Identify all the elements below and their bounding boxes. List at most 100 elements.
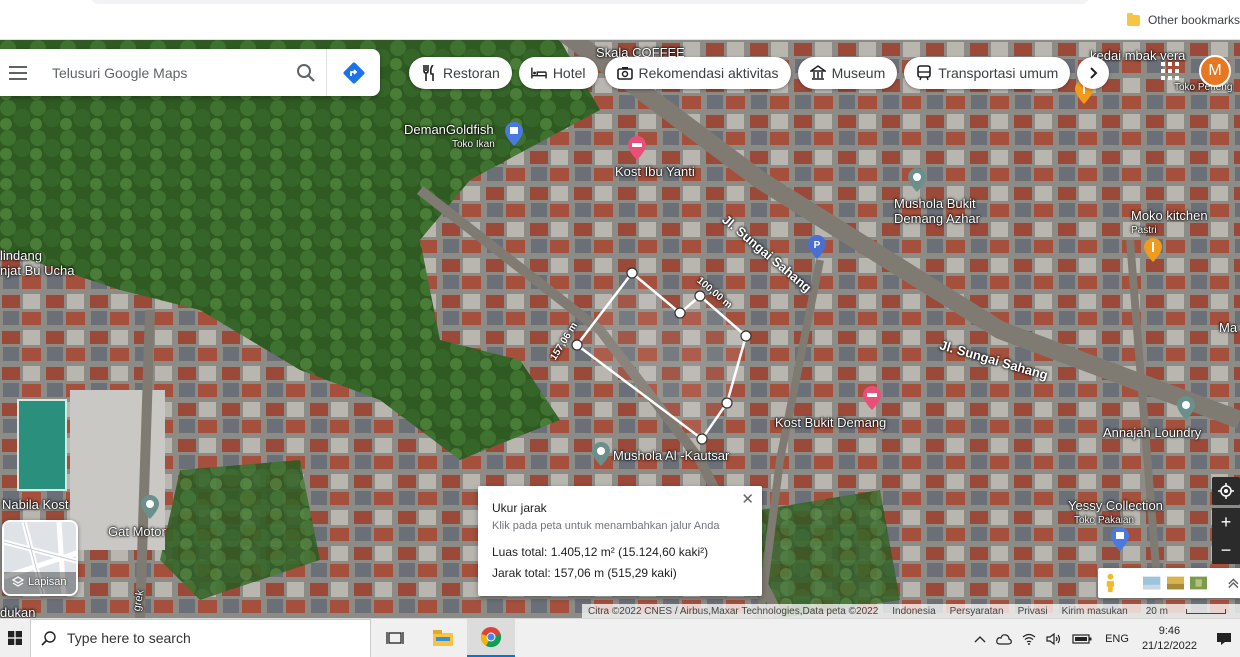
place-pin-icon[interactable] <box>141 495 159 519</box>
restaurant-pin-icon[interactable] <box>1144 238 1162 262</box>
privacy-link[interactable]: Privasi <box>1018 606 1048 617</box>
measure-total-distance: Jarak total: 157,06 m (515,29 kaki) <box>492 566 677 580</box>
place-label[interactable]: Mushola Al -Kautsar <box>613 448 729 463</box>
directions-button[interactable] <box>326 49 380 96</box>
screen: Other bookmarks P Skala COFFEE kedai mba… <box>0 0 1240 657</box>
place-label[interactable]: Kost Bukit Demang <box>775 415 886 430</box>
chip-transportasi-umum[interactable]: Transportasi umum <box>904 57 1071 89</box>
address-bar[interactable] <box>90 0 1090 4</box>
shop-pin-icon[interactable] <box>505 122 523 146</box>
place-pin-icon[interactable] <box>1177 396 1195 420</box>
wifi-icon[interactable] <box>1022 633 1036 645</box>
place-label[interactable]: lindang njat Bu Ucha <box>0 248 74 278</box>
search-input[interactable] <box>52 64 286 81</box>
imagery-thumbnail-icon[interactable] <box>1166 576 1184 590</box>
measure-hint: Klik pada peta untuk menambahkan jalur A… <box>492 520 720 532</box>
place-label[interactable]: DemanGoldfish Toko Ikan <box>404 122 495 152</box>
language-indicator[interactable]: ENG <box>1105 633 1129 645</box>
chip-label: Rekomendasi aktivitas <box>638 65 779 81</box>
place-label[interactable]: Moko kitchen Pastri <box>1131 208 1208 238</box>
layers-label: Lapisan <box>12 576 67 588</box>
measure-distance-panel: ✕ Ukur jarak Klik pada peta untuk menamb… <box>478 486 762 596</box>
start-button[interactable] <box>0 619 30 657</box>
pegman-icon[interactable] <box>1104 572 1117 594</box>
clock-date: 21/12/2022 <box>1141 639 1197 652</box>
zoom-out-button[interactable]: − <box>1212 536 1240 564</box>
chip-hotel[interactable]: Hotel <box>518 57 598 89</box>
place-category: Toko Ikan <box>452 139 495 150</box>
clock-time: 9:46 <box>1158 624 1181 637</box>
cloud-icon[interactable] <box>996 633 1012 645</box>
place-name: Moko kitchen <box>1131 208 1208 223</box>
mosque-pin-icon[interactable] <box>592 442 610 466</box>
chip-rekomendasi-aktivitas[interactable]: Rekomendasi aktivitas <box>604 57 791 89</box>
notification-icon[interactable] <box>1216 632 1232 646</box>
chip-label: Transportasi umum <box>938 65 1059 81</box>
search-button[interactable] <box>286 49 326 96</box>
place-label[interactable]: Nabila Kost <box>2 497 68 512</box>
layers-icon <box>12 576 24 587</box>
chrome-taskbar-button[interactable] <box>467 618 515 657</box>
place-label[interactable]: Ma <box>1219 320 1237 335</box>
taskbar-search-box[interactable]: Type here to search <box>30 618 371 657</box>
shop-pin-icon[interactable] <box>1111 527 1129 551</box>
layers-button[interactable]: Lapisan <box>2 520 78 596</box>
country-link[interactable]: Indonesia <box>892 606 935 617</box>
clock[interactable]: 9:46 21/12/2022 <box>1142 624 1197 654</box>
chip-museum[interactable]: Museum <box>797 57 898 89</box>
place-name-line2: njat Bu Ucha <box>0 263 75 278</box>
scale-label[interactable]: 20 m <box>1146 606 1168 617</box>
minus-icon: − <box>1220 539 1232 560</box>
chip-label: Museum <box>831 65 886 81</box>
parking-pin-icon[interactable]: P <box>808 235 826 259</box>
svg-text:P: P <box>814 240 821 251</box>
place-label[interactable]: Annajah Loundry <box>1103 425 1201 440</box>
chip-label: Hotel <box>552 65 586 81</box>
place-label[interactable]: dukan <box>0 605 35 618</box>
imagery-thumbnail-icon[interactable] <box>1189 576 1208 590</box>
lodging-pin-icon[interactable] <box>628 136 646 160</box>
category-chips: Restoran Hotel Rekomendasi aktivitas Mus… <box>409 57 1110 89</box>
chip-restoran[interactable]: Restoran <box>409 57 512 89</box>
close-icon[interactable]: ✕ <box>741 490 754 508</box>
place-name-line2: Demang Azhar <box>894 211 980 226</box>
taskbar-search-placeholder: Type here to search <box>67 630 191 646</box>
apps-grid-icon[interactable] <box>1161 62 1179 80</box>
feedback-link[interactable]: Kirim masukan <box>1062 606 1128 617</box>
volume-icon[interactable] <box>1046 632 1062 645</box>
chrome-icon <box>480 626 502 647</box>
terms-link[interactable]: Persyaratan <box>950 606 1004 617</box>
battery-icon[interactable] <box>1072 633 1092 644</box>
place-label[interactable]: Yessy Collection Toko Pakaian <box>1068 498 1163 528</box>
lodging-pin-icon[interactable] <box>863 386 881 410</box>
chips-next-button[interactable] <box>1077 57 1110 89</box>
chevron-up-icon[interactable] <box>974 635 986 643</box>
scale-bar <box>1185 608 1226 614</box>
folder-icon <box>1126 12 1140 26</box>
mosque-pin-icon[interactable] <box>908 168 926 192</box>
place-name: DemanGoldfish <box>404 122 494 137</box>
place-label[interactable]: Kost Ibu Yanti <box>615 164 695 179</box>
place-category: Pastri <box>1131 225 1157 236</box>
bookmarks-bar[interactable]: Other bookmarks <box>1126 10 1240 30</box>
search-icon <box>41 631 56 646</box>
zoom-in-button[interactable]: + <box>1212 508 1240 536</box>
imagery-credit: Citra ©2022 CNES / Airbus,Maxar Technolo… <box>588 605 879 617</box>
place-label[interactable]: Mushola Bukit Demang Azhar <box>894 196 980 226</box>
menu-icon[interactable] <box>0 49 36 96</box>
file-explorer-button[interactable] <box>419 619 467 657</box>
chevron-up-icon[interactable] <box>1227 576 1240 590</box>
measure-total-area: Luas total: 1.405,12 m² (15.124,60 kaki²… <box>492 545 709 559</box>
place-name: Mushola Bukit <box>894 196 976 211</box>
restaurant-icon <box>421 65 437 81</box>
directions-icon <box>343 62 364 83</box>
task-view-button[interactable] <box>371 619 419 657</box>
account-avatar[interactable]: M <box>1199 55 1231 87</box>
hotel-icon <box>530 65 547 81</box>
other-bookmarks-label[interactable]: Other bookmarks <box>1148 13 1240 27</box>
windows-logo-icon <box>8 631 22 645</box>
imagery-thumbnail-icon[interactable] <box>1143 576 1161 590</box>
place-label[interactable]: Gat Motor <box>108 524 166 539</box>
my-location-button[interactable] <box>1212 477 1240 505</box>
windows-taskbar: Type here to search ENG 9:46 21/12/2022 <box>0 618 1240 657</box>
